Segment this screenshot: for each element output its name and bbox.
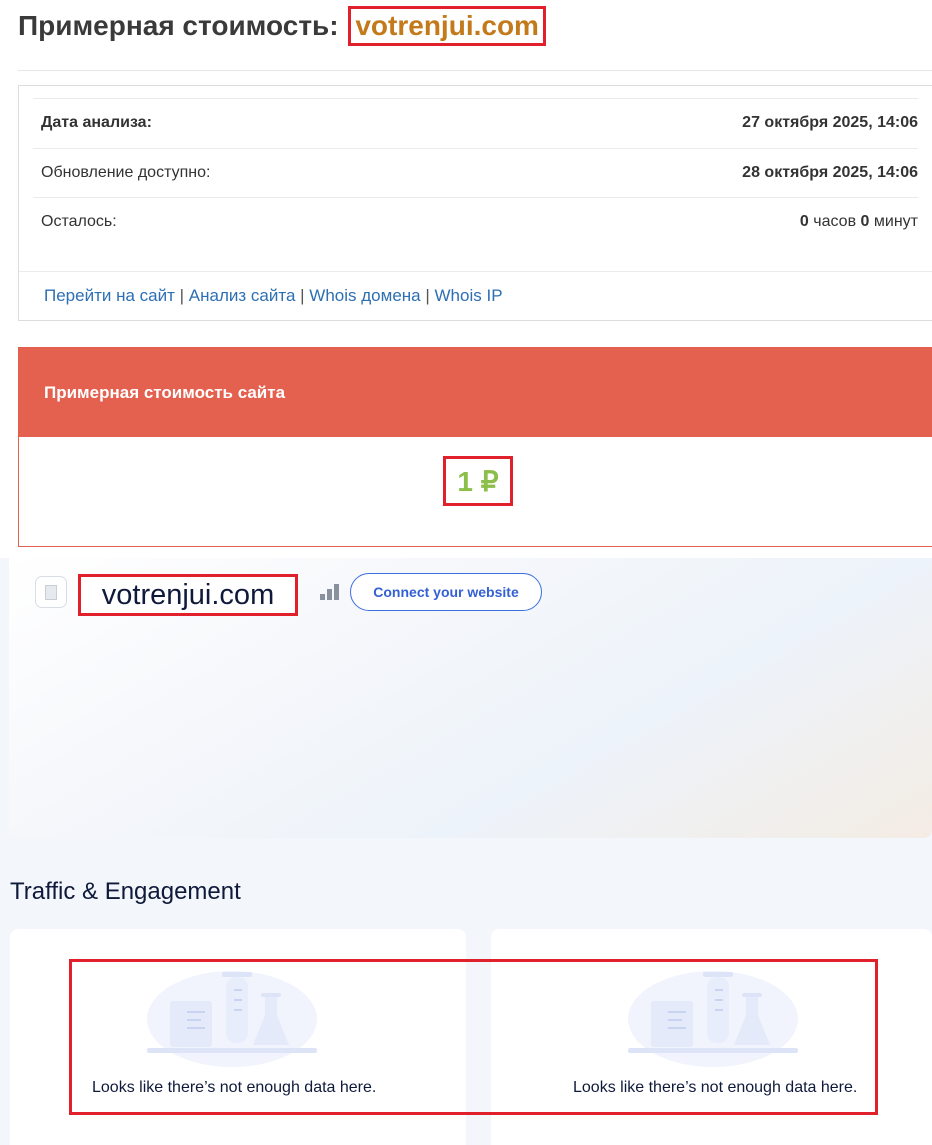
page-title-prefix: Примерная стоимость: <box>18 10 339 41</box>
update-available-label: Обновление доступно: <box>41 164 211 181</box>
analysis-info-panel: Дата анализа: 27 октября 2025, 14:06 Обн… <box>18 85 932 321</box>
remaining-minutes-unit: минут <box>873 213 918 230</box>
site-overview-card: votrenjui.com Connect your website <box>9 558 932 838</box>
no-data-message: Looks like there’s not enough data here. <box>92 1079 377 1096</box>
similarweb-section: votrenjui.com Connect your website Traff… <box>0 558 932 1145</box>
link-separator: | <box>300 286 305 305</box>
site-name: votrenjui.com <box>101 578 275 611</box>
site-cost-header: Примерная стоимость сайта <box>19 348 932 437</box>
traffic-engagement-title: Traffic & Engagement <box>10 878 241 905</box>
file-icon <box>35 576 67 608</box>
link-whois-ip[interactable]: Whois IP <box>435 286 503 305</box>
lab-illustration-icon <box>628 971 798 1067</box>
update-available-value: 28 октября 2025, 14:06 <box>742 164 918 181</box>
analysis-date-row: Дата анализа: 27 октября 2025, 14:06 <box>33 98 918 147</box>
site-cost-panel: Примерная стоимость сайта 1 ₽ <box>18 347 932 547</box>
analysis-date-label: Дата анализа: <box>41 114 152 131</box>
site-cost-value: 1 ₽ <box>443 456 513 506</box>
site-name-box: votrenjui.com <box>78 574 298 616</box>
remaining-value: 0 часов 0 минут <box>800 213 918 231</box>
link-separator: | <box>179 286 185 305</box>
remaining-hours-unit: часов <box>813 213 857 230</box>
analysis-date-value: 27 октября 2025, 14:06 <box>742 114 918 131</box>
site-links: Перейти на сайт | Анализ сайта | Whois д… <box>19 271 932 306</box>
remaining-label: Осталось: <box>41 213 117 230</box>
link-whois-domain[interactable]: Whois домена <box>309 286 420 305</box>
link-separator: | <box>425 286 430 305</box>
remaining-row: Осталось: 0 часов 0 минут <box>33 197 918 246</box>
link-site-analysis[interactable]: Анализ сайта <box>189 286 296 305</box>
remaining-hours: 0 <box>799 213 809 230</box>
remaining-minutes: 0 <box>860 213 870 230</box>
traffic-card-right: Looks like there’s not enough data here. <box>491 929 932 1145</box>
connect-website-button[interactable]: Connect your website <box>350 573 542 611</box>
rank-bars-icon <box>320 584 340 600</box>
traffic-card-left: Looks like there’s not enough data here. <box>10 929 466 1145</box>
page-title: Примерная стоимость: votrenjui.com <box>18 6 546 46</box>
no-data-message: Looks like there’s not enough data here. <box>573 1079 858 1096</box>
update-available-row: Обновление доступно: 28 октября 2025, 14… <box>33 148 918 197</box>
page-title-domain: votrenjui.com <box>348 6 546 46</box>
link-go-to-site[interactable]: Перейти на сайт <box>44 286 175 305</box>
divider <box>18 70 932 71</box>
lab-illustration-icon <box>147 971 317 1067</box>
